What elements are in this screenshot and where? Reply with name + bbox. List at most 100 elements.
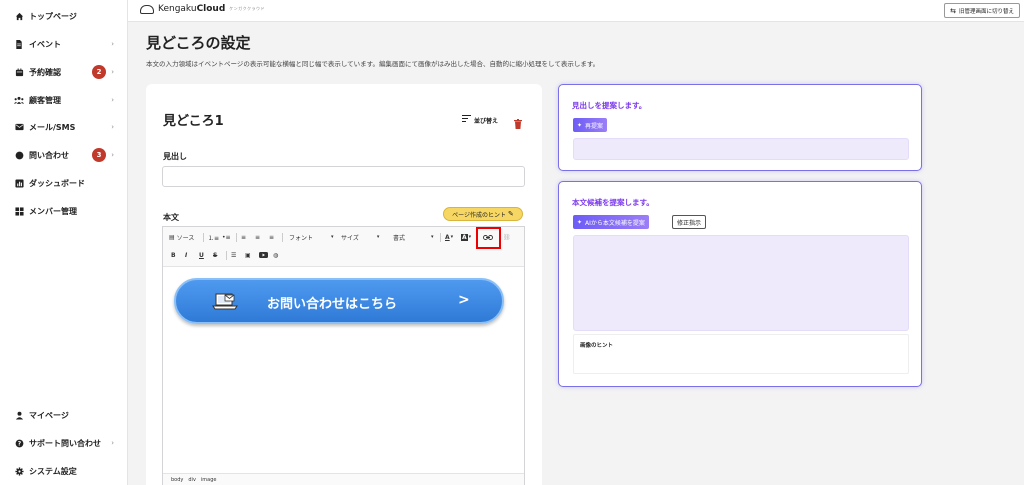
source-label: ソース (176, 234, 195, 242)
body-output[interactable] (573, 235, 909, 331)
sidebar-item-inquiry[interactable]: 問い合わせ 3 › (14, 147, 126, 163)
align-right-icon[interactable]: ≡ (269, 231, 274, 243)
align-left-icon[interactable]: ≡ (241, 231, 246, 243)
contact-cta-banner: お問い合わせはこちら > (174, 278, 504, 324)
video-icon[interactable] (259, 249, 268, 261)
headline-suggestion-panel: 見出しを提案します。 ✦ 再提案 (558, 84, 922, 171)
sidebar-item-label: 問い合わせ (29, 150, 69, 160)
heading-input[interactable] (162, 166, 525, 187)
sidebar-item-label: サポート問い合わせ (29, 438, 101, 448)
sidebar-item-top[interactable]: トップページ (14, 8, 126, 24)
toolbar-divider (203, 233, 204, 242)
editor-toolbar: ▤ ソース ⒈≡ •≡ ≡ ≡ ≡ フォント ▾ サイズ ▾ 書式 ▾ A ▾ … (163, 227, 524, 267)
sidebar-item-label: マイページ (29, 410, 69, 420)
page-creation-hint-button[interactable]: ページ作成のヒント ✎ (443, 207, 523, 221)
underline-button[interactable]: U (199, 249, 204, 261)
chevron-right-icon: › (111, 151, 114, 159)
logo-subtitle: ケンガククラウド (229, 6, 266, 11)
page-title: 見どころの設定 (146, 34, 251, 52)
size-label: サイズ (341, 234, 359, 242)
trash-icon[interactable] (514, 114, 522, 129)
switch-icon: ⇆ (950, 6, 956, 15)
grid-icon (14, 206, 24, 216)
sort-icon (462, 115, 471, 125)
chevron-right-icon: › (111, 439, 114, 447)
image-hint-box: 画像のヒント (573, 334, 909, 374)
sidebar-item-customers[interactable]: 顧客管理 › (14, 92, 126, 108)
chat-icon (14, 150, 24, 160)
sidebar-item-label: トップページ (29, 11, 77, 21)
path-item[interactable]: div (188, 477, 196, 483)
notification-badge: 2 (92, 65, 106, 79)
hint-button-label: ページ作成のヒント (452, 211, 506, 219)
font-select[interactable]: フォント ▾ (289, 231, 334, 243)
sidebar-item-settings[interactable]: システム設定 (14, 463, 126, 479)
numbered-list-icon[interactable]: ⒈≡ (208, 231, 219, 243)
regenerate-headline-button[interactable]: ✦ 再提案 (573, 118, 608, 132)
bold-button[interactable]: B (171, 249, 176, 261)
person-icon (14, 410, 24, 420)
home-icon (14, 11, 24, 21)
headline-output[interactable] (573, 138, 909, 160)
horizontal-rule-icon[interactable]: ☰ (231, 249, 236, 261)
cta-arrow: > (458, 292, 470, 308)
globe-icon[interactable]: ◍ (273, 249, 278, 261)
caret-down-icon: ▾ (376, 234, 380, 240)
sidebar-item-label: システム設定 (29, 466, 77, 476)
sort-label: 並び替え (474, 117, 499, 125)
body-label: 本文 (163, 213, 179, 222)
sidebar-item-mail[interactable]: メール/SMS › (14, 119, 126, 135)
sidebar-item-label: ダッシュボード (29, 178, 85, 188)
text-color-icon[interactable]: A ▾ (445, 231, 453, 243)
format-select[interactable]: 書式 ▾ (393, 231, 434, 243)
source-button[interactable]: ▤ ソース (169, 231, 194, 243)
sidebar-item-mypage[interactable]: マイページ (14, 407, 126, 423)
background-color-icon[interactable]: A ▾ (461, 231, 471, 243)
image-hint-label: 画像のヒント (580, 343, 614, 349)
sidebar-item-members[interactable]: メンバー管理 (14, 203, 126, 219)
regen-label: 再提案 (585, 122, 604, 130)
revise-instruction-button[interactable]: 修正指示 (672, 215, 707, 229)
sidebar-item-support[interactable]: ? サポート問い合わせ › (14, 435, 126, 451)
bulleted-list-icon[interactable]: •≡ (222, 231, 231, 243)
rich-text-editor[interactable]: ▤ ソース ⒈≡ •≡ ≡ ≡ ≡ フォント ▾ サイズ ▾ 書式 ▾ A ▾ … (162, 226, 525, 485)
unlink-icon[interactable]: ⛓ (503, 231, 511, 243)
sidebar: トップページ イベント › 予約確認 2 › 顧客管理 › メール/SMS › … (0, 0, 128, 485)
logo-bold: Cloud (196, 4, 226, 14)
sidebar-item-reservation[interactable]: 予約確認 2 › (14, 64, 126, 80)
app-logo[interactable]: Kengaku Cloud ケンガククラウド (140, 4, 265, 14)
size-select[interactable]: サイズ ▾ (341, 231, 379, 243)
path-item[interactable]: body (171, 477, 183, 483)
panel-title: 本文候補を提案します。 (572, 198, 654, 207)
ai-body-suggest-button[interactable]: ✦ AIから本文候補を提案 (573, 215, 649, 229)
editor-content[interactable]: お問い合わせはこちら > (163, 268, 524, 468)
gear-icon (14, 466, 24, 476)
ai-suggest-label: AIから本文候補を提案 (585, 219, 645, 227)
cta-text: お問い合わせはこちら (267, 297, 398, 312)
page-description: 本文の入力領域はイベントページの表示可能な横幅と同じ幅で表示しています。編集画面… (146, 60, 600, 68)
top-bar: Kengaku Cloud ケンガククラウド ⇆ 旧管理画面に切り替え (128, 0, 1024, 22)
sidebar-item-label: メンバー管理 (29, 206, 77, 216)
italic-button[interactable]: I (185, 249, 187, 261)
path-item[interactable]: image (201, 477, 217, 483)
logo-prefix: Kengaku (158, 4, 197, 14)
align-center-icon[interactable]: ≡ (255, 231, 260, 243)
chevron-right-icon: › (111, 123, 114, 131)
caret-down-icon: ▾ (431, 234, 434, 240)
font-label: フォント (289, 234, 314, 242)
sidebar-item-label: メール/SMS (29, 122, 76, 132)
sidebar-item-event[interactable]: イベント › (14, 36, 126, 52)
switch-legacy-admin-button[interactable]: ⇆ 旧管理画面に切り替え (944, 3, 1020, 18)
toolbar-divider (282, 233, 283, 242)
help-icon: ? (14, 438, 24, 448)
switch-label: 旧管理画面に切り替え (958, 8, 1014, 15)
strikethrough-button[interactable]: S (213, 249, 217, 261)
sparkle-icon: ✦ (577, 121, 583, 129)
toolbar-divider (236, 233, 237, 242)
card-title: 見どころ1 (163, 114, 224, 129)
image-icon[interactable]: ▣ (245, 249, 251, 261)
sidebar-item-dashboard[interactable]: ダッシュボード (14, 175, 126, 191)
sort-button[interactable]: 並び替え (462, 115, 498, 125)
chart-icon (14, 178, 24, 188)
sidebar-item-label: 顧客管理 (29, 95, 61, 105)
